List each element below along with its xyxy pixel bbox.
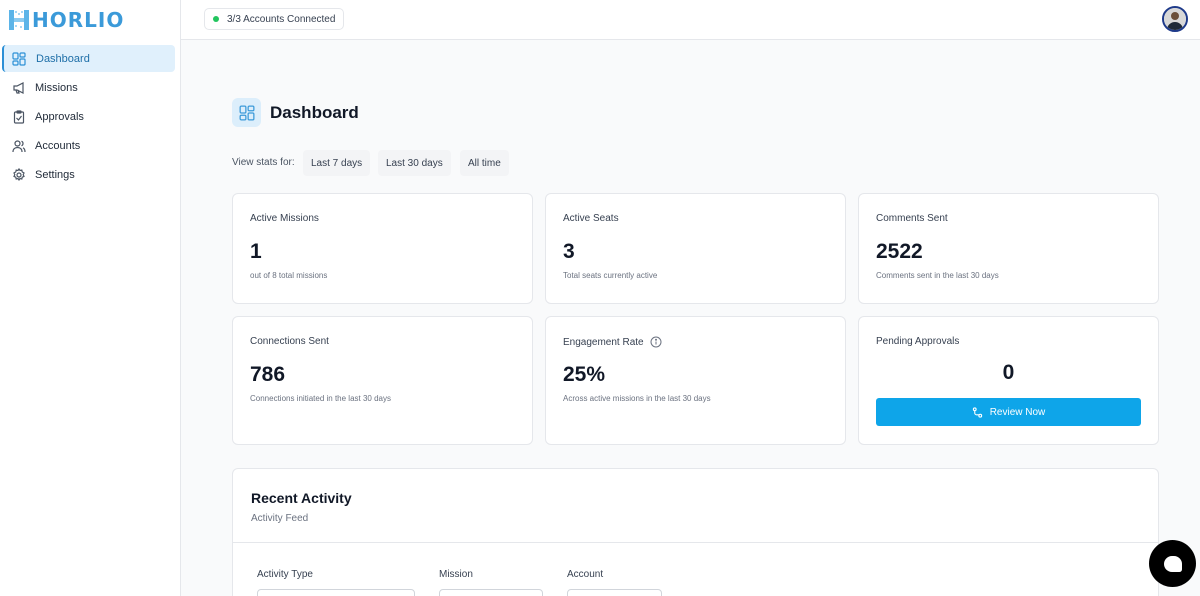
stats-range-label: View stats for: [232, 157, 295, 168]
card-pending-approvals: Pending Approvals 0 Review Now [858, 316, 1159, 445]
info-icon[interactable] [650, 336, 662, 348]
range-all-time-button[interactable]: All time [460, 150, 509, 176]
range-last-7-days-button[interactable]: Last 7 days [303, 150, 371, 176]
avatar-person-icon [1164, 8, 1186, 30]
sidebar-item-accounts[interactable]: Accounts [2, 132, 175, 159]
sidebar: HORLIO Dashboard Missions Approvals Acco… [0, 0, 181, 596]
chat-launcher-button[interactable] [1149, 540, 1196, 587]
activity-type-filter-label: Activity Type [257, 569, 313, 580]
card-title: Active Seats [563, 213, 619, 224]
connection-status-text: 3/3 Accounts Connected [227, 13, 336, 25]
card-value: 786 [250, 363, 286, 386]
card-title: Comments Sent [876, 213, 948, 224]
card-comments-sent: Comments Sent 2522 Comments sent in the … [858, 193, 1159, 304]
megaphone-icon [12, 81, 26, 95]
status-dot-icon [213, 16, 219, 22]
card-value: 1 [250, 240, 262, 263]
card-engagement-rate: Engagement Rate 25% Across active missio… [545, 316, 846, 445]
sidebar-item-dashboard[interactable]: Dashboard [2, 45, 175, 72]
clipboard-check-icon [12, 109, 26, 124]
card-title-row: Engagement Rate [563, 336, 662, 348]
sidebar-item-label: Missions [35, 81, 78, 94]
range-last-30-days-button[interactable]: Last 30 days [378, 150, 451, 176]
activity-feed-subtitle: Activity Feed [251, 513, 309, 524]
route-icon [972, 406, 983, 418]
logo-mark-icon [9, 10, 29, 30]
card-connections-sent: Connections Sent 786 Connections initiat… [232, 316, 533, 445]
card-subtitle: Across active missions in the last 30 da… [563, 394, 711, 403]
card-title: Connections Sent [250, 336, 329, 347]
account-filter-label: Account [567, 569, 604, 580]
connection-status-badge[interactable]: 3/3 Accounts Connected [204, 8, 345, 30]
recent-activity-title: Recent Activity [251, 490, 352, 506]
sidebar-item-label: Settings [35, 168, 75, 181]
review-now-button[interactable]: Review Now [876, 398, 1141, 426]
mission-select[interactable] [439, 589, 543, 596]
card-value: 0 [1002, 361, 1015, 384]
account-select[interactable] [567, 589, 662, 596]
review-now-label: Review Now [989, 406, 1046, 418]
card-title: Active Missions [250, 213, 319, 224]
card-title: Engagement Rate [563, 336, 644, 348]
card-value: 25% [563, 363, 606, 386]
card-subtitle: out of 8 total missions [250, 271, 328, 280]
brand-logo[interactable]: HORLIO [8, 8, 124, 32]
sidebar-item-settings[interactable]: Settings [2, 161, 175, 188]
mission-filter-label: Mission [439, 569, 473, 580]
user-avatar[interactable] [1162, 6, 1188, 32]
card-subtitle: Connections initiated in the last 30 day… [250, 394, 391, 403]
sidebar-item-label: Accounts [35, 139, 81, 152]
card-active-seats: Active Seats 3 Total seats currently act… [545, 193, 846, 304]
users-icon [12, 139, 26, 153]
sidebar-item-label: Approvals [35, 110, 84, 123]
sidebar-item-approvals[interactable]: Approvals [2, 103, 175, 130]
page-dashboard-icon [232, 98, 261, 127]
chat-bubble-icon [1163, 555, 1182, 572]
page-title: Dashboard [270, 103, 359, 122]
sidebar-item-missions[interactable]: Missions [2, 74, 175, 101]
card-subtitle: Comments sent in the last 30 days [876, 271, 999, 280]
card-title: Pending Approvals [876, 336, 960, 347]
card-subtitle: Total seats currently active [563, 271, 658, 280]
logo-text: HORLIO [32, 8, 125, 32]
card-active-missions: Active Missions 1 out of 8 total mission… [232, 193, 533, 304]
dashboard-grid-icon [12, 51, 26, 66]
card-value: 3 [563, 240, 575, 263]
top-bar: 3/3 Accounts Connected [181, 0, 1200, 40]
gear-icon [12, 167, 26, 182]
recent-activity-panel: Recent Activity Activity Feed Activity T… [232, 468, 1159, 596]
divider [233, 542, 1158, 543]
card-value: 2522 [876, 240, 923, 263]
sidebar-item-label: Dashboard [36, 52, 90, 65]
activity-type-select[interactable] [257, 589, 415, 596]
sidebar-nav: Dashboard Missions Approvals Accounts Se… [2, 45, 175, 190]
